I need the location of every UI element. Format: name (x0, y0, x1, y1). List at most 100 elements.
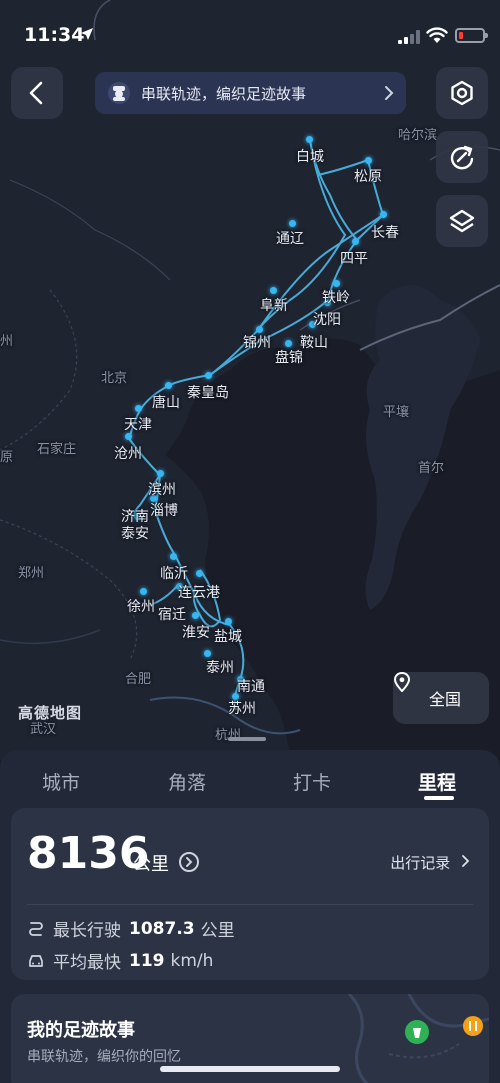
route-point (289, 220, 296, 227)
longest-drive-unit: 公里 (200, 921, 235, 941)
longest-drive-label: 最长行驶 (53, 921, 121, 941)
city-label: 通辽 (276, 231, 304, 247)
city-label: 盘锦 (275, 350, 303, 366)
story-banner-button[interactable]: 串联轨迹，编织足迹故事 (95, 72, 406, 114)
avg-speed-value: 119 (129, 950, 165, 971)
wifi-icon (426, 27, 448, 43)
map-view[interactable]: 白城 松原 长春 通辽 四平 铁岭 阜新 沈阳 锦州 鞍山 盘锦 秦皇岛 唐山 … (0, 0, 500, 760)
avg-speed-row: 平均最快 119 km/h (27, 948, 213, 973)
settings-button[interactable] (436, 67, 488, 119)
status-bar: 11:34 (0, 0, 500, 64)
route-point (196, 570, 203, 577)
route-point (306, 136, 313, 143)
map-label: 北京 (101, 371, 128, 386)
whole-country-button[interactable]: 全国 (393, 672, 489, 724)
route-point (170, 553, 177, 560)
city-label: 淄博 (150, 503, 178, 519)
avg-speed-label: 平均最快 (53, 953, 121, 973)
bottom-panel: 城市 角落 打卡 里程 8136 公里 出行记录 最长行驶 1087.3 公里 (0, 750, 500, 1083)
city-label: 宿迁 (158, 607, 186, 623)
home-indicator (160, 1066, 340, 1072)
route-point (205, 372, 212, 379)
layers-icon (449, 209, 475, 233)
city-label: 长春 (371, 225, 399, 241)
tab-checkin[interactable]: 打卡 (272, 768, 352, 795)
story-title: 我的足迹故事 (27, 1020, 135, 1041)
tab-corners[interactable]: 角落 (147, 768, 227, 795)
route-point (380, 211, 387, 218)
settings-hexagon-icon (451, 80, 473, 106)
map-label: 哈尔滨 (398, 128, 438, 143)
city-label: 苏州 (228, 701, 256, 717)
city-label: 泰州 (206, 660, 234, 676)
city-label: 天津 (124, 417, 152, 433)
route-point (125, 433, 132, 440)
city-label: 松原 (354, 169, 382, 185)
back-arrow-icon (29, 81, 43, 105)
city-label: 泰安 (121, 526, 149, 542)
route-point (135, 405, 142, 412)
city-label: 白城 (296, 149, 324, 165)
mileage-detail-icon[interactable] (179, 852, 199, 872)
city-label: 唐山 (152, 395, 180, 411)
map-label: 首尔 (418, 461, 445, 476)
tab-cities[interactable]: 城市 (21, 768, 101, 795)
trip-record-label: 出行记录 (390, 854, 451, 872)
city-label: 淮安 (182, 625, 210, 641)
route-point (165, 382, 172, 389)
trip-record-link[interactable]: 出行记录 (390, 852, 471, 873)
total-mileage-unit: 公里 (133, 854, 169, 875)
status-time: 11:34 (24, 24, 85, 46)
location-arrow-icon (81, 28, 93, 40)
total-mileage-value: 8136 (27, 828, 150, 879)
chevron-right-icon (462, 855, 470, 867)
city-label: 秦皇岛 (187, 385, 229, 401)
city-label: 铁岭 (322, 290, 350, 306)
cellular-signal-icon (398, 30, 420, 44)
city-label: 连云港 (178, 585, 220, 601)
city-label: 四平 (340, 251, 368, 267)
city-label: 盐城 (214, 629, 242, 645)
mileage-card: 8136 公里 出行记录 最长行驶 1087.3 公里 平均最快 119 km/… (11, 808, 489, 980)
chevron-right-icon (385, 86, 394, 100)
city-label: 鞍山 (300, 335, 328, 351)
map-label: 平壤 (383, 405, 410, 420)
city-label: 沧州 (114, 446, 142, 462)
share-icon (450, 145, 474, 170)
location-pin-icon (393, 672, 411, 692)
map-label: 石家庄 (37, 442, 77, 457)
city-label: 沈阳 (313, 312, 341, 328)
route-point (140, 588, 147, 595)
city-label: 临沂 (160, 566, 188, 582)
route-point (333, 280, 340, 287)
panel-drag-handle[interactable] (228, 737, 266, 741)
story-subtitle: 串联轨迹，编织你的回忆 (27, 1049, 181, 1065)
share-button[interactable] (436, 131, 488, 183)
whole-country-label: 全国 (428, 690, 461, 709)
route-point (204, 650, 211, 657)
route-point (352, 238, 359, 245)
route-point (157, 470, 164, 477)
longest-drive-value: 1087.3 (129, 918, 195, 939)
route-point (285, 340, 292, 347)
battery-icon (455, 28, 488, 43)
longest-drive-row: 最长行驶 1087.3 公里 (27, 916, 235, 941)
map-label: 郑州 (18, 566, 45, 581)
city-label: 阜新 (260, 298, 288, 314)
route-point (192, 612, 199, 619)
back-button[interactable] (11, 67, 63, 119)
avg-speed-unit: km/h (170, 950, 214, 971)
map-watermark: 高德地图 (18, 704, 83, 722)
route-point (225, 618, 232, 625)
tab-mileage[interactable]: 里程 (397, 768, 477, 795)
chevron-right-icon (186, 857, 193, 867)
map-label: 州 (0, 334, 14, 349)
city-label: 南通 (237, 679, 265, 695)
map-label: 合肥 (125, 672, 152, 687)
story-banner-text: 串联轨迹，编织足迹故事 (141, 84, 307, 103)
route-point (270, 287, 277, 294)
layers-button[interactable] (436, 195, 488, 247)
route-point (365, 157, 372, 164)
tab-active-indicator (424, 796, 454, 800)
map-label: 原 (0, 450, 14, 465)
